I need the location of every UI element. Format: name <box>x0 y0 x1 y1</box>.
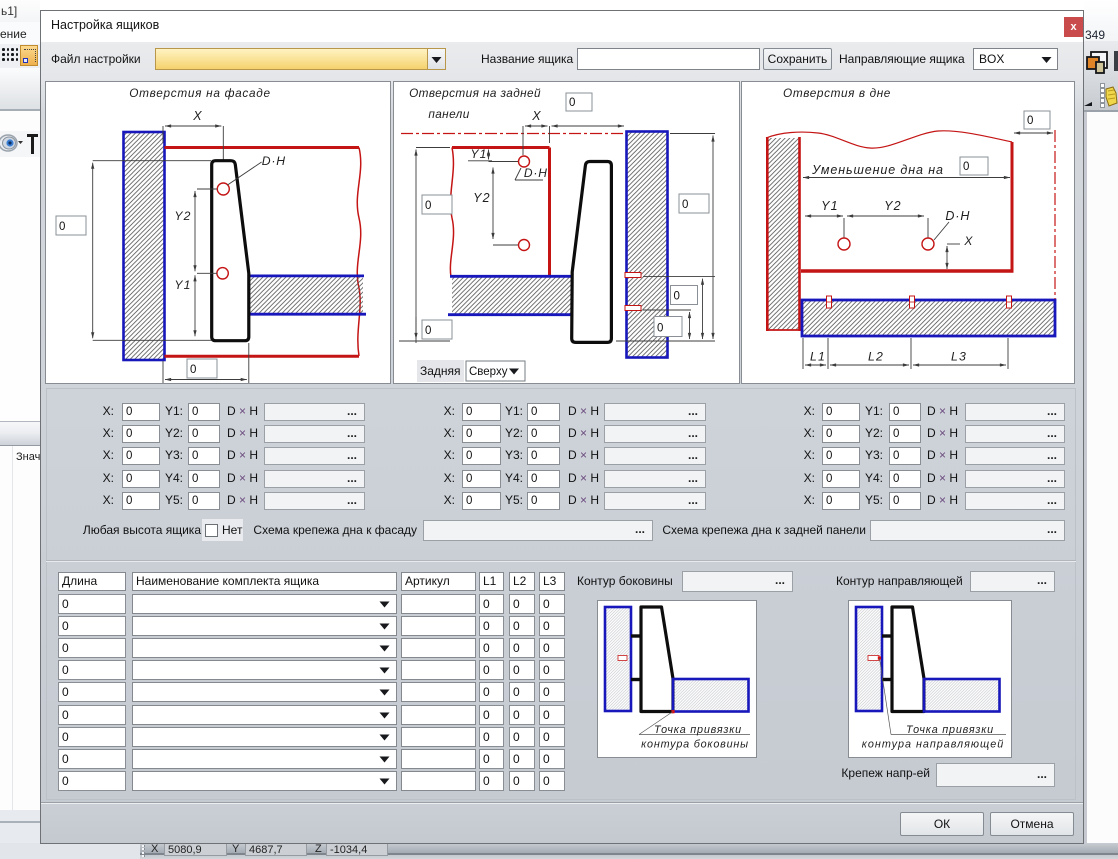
svg-text:контура боковины: контура боковины <box>641 739 749 751</box>
svg-text:Y2: Y2 <box>884 199 902 213</box>
svg-text:X: X <box>192 109 203 123</box>
svg-text:Точка привязки: Точка привязки <box>654 724 742 736</box>
svg-text:D∙H: D∙H <box>945 209 970 223</box>
svg-text:Отверстия на фасаде: Отверстия на фасаде <box>129 86 270 100</box>
svg-text:X: X <box>531 109 542 123</box>
svg-text:Y2: Y2 <box>473 191 491 205</box>
svg-text:X: X <box>963 234 973 248</box>
svg-text:панели: панели <box>428 107 469 121</box>
svg-text:Отверстия на задней: Отверстия на задней <box>409 86 541 100</box>
svg-text:Y1: Y1 <box>821 199 839 213</box>
svg-text:L1: L1 <box>810 350 826 364</box>
svg-text:0: 0 <box>569 97 575 109</box>
svg-text:Y1: Y1 <box>470 147 487 161</box>
svg-text:0: 0 <box>1027 115 1033 127</box>
svg-text:D∙H: D∙H <box>524 166 548 180</box>
svg-text:0: 0 <box>674 291 680 303</box>
svg-text:0: 0 <box>963 161 969 173</box>
svg-text:0: 0 <box>190 364 196 376</box>
svg-text:0: 0 <box>657 323 663 335</box>
svg-text:L3: L3 <box>951 350 967 364</box>
svg-text:0: 0 <box>425 200 431 212</box>
svg-text:Y2: Y2 <box>174 209 191 223</box>
svg-text:0: 0 <box>59 221 65 233</box>
svg-text:Y1: Y1 <box>174 278 191 292</box>
svg-text:Сверху: Сверху <box>469 366 508 378</box>
svg-text:Точка привязки: Точка привязки <box>906 724 994 736</box>
svg-text:0: 0 <box>425 325 431 337</box>
svg-text:0: 0 <box>682 199 688 211</box>
svg-text:Задняя: Задняя <box>420 364 461 378</box>
svg-text:Уменьшение дна на: Уменьшение дна на <box>811 163 944 177</box>
svg-text:Отверстия в дне: Отверстия в дне <box>783 86 891 100</box>
svg-text:L2: L2 <box>868 350 884 364</box>
svg-text:контура направляющей: контура направляющей <box>862 739 1004 751</box>
svg-text:D∙H: D∙H <box>262 154 287 168</box>
